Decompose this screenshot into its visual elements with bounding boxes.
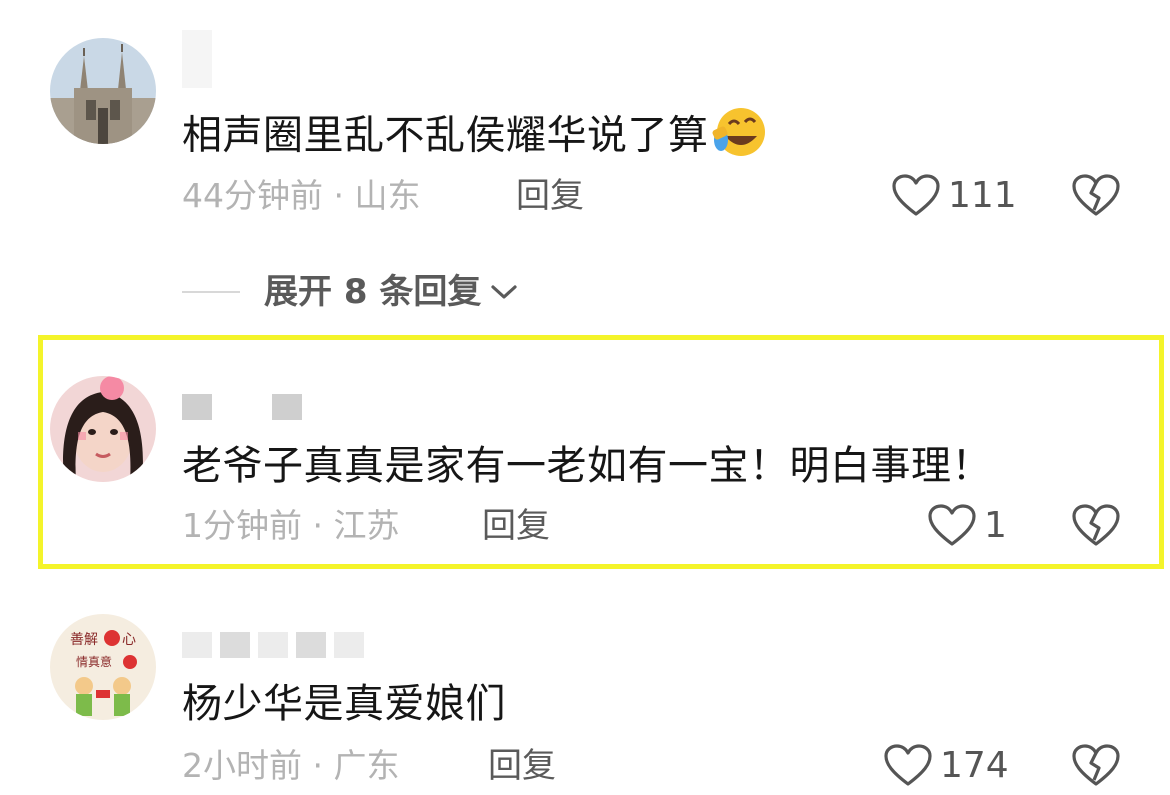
reply-button[interactable]: 回复 <box>482 506 550 546</box>
comment-text: 老爷子真真是家有一老如有一宝！明白事理！ <box>182 443 992 489</box>
username-redacted[interactable] <box>182 394 302 420</box>
broken-heart-icon <box>1072 174 1120 216</box>
like-button[interactable]: 174 <box>884 744 1009 788</box>
like-button[interactable]: 111 <box>892 174 1017 218</box>
dislike-button[interactable] <box>1072 744 1120 792</box>
like-count: 111 <box>948 175 1017 216</box>
comment-item: 相声圈里乱不乱侯耀华说了算 44分钟前 · 山东 回复 111 <box>0 0 1170 260</box>
heart-outline-icon <box>892 174 940 216</box>
heart-outline-icon <box>928 504 976 546</box>
avatar[interactable]: 善解 心 情真意 <box>50 614 156 720</box>
expand-replies-label: 展开 8 条回复 <box>264 272 482 312</box>
chevron-down-icon <box>491 285 517 299</box>
comment-text: 相声圈里乱不乱侯耀华说了算 <box>182 106 767 169</box>
broken-heart-icon <box>1072 744 1120 786</box>
like-count: 1 <box>984 505 1007 546</box>
avatar[interactable] <box>50 376 156 482</box>
like-button[interactable]: 1 <box>928 504 1007 548</box>
comment-meta: 2小时前 · 广东 <box>182 746 400 785</box>
username-redacted[interactable] <box>182 632 364 658</box>
cartoon-avatar-image: 善解 心 情真意 <box>50 614 156 720</box>
comment-meta: 1分钟前 · 江苏 <box>182 506 400 545</box>
broken-heart-icon <box>1072 504 1120 546</box>
divider <box>182 291 240 293</box>
church-avatar-image <box>50 38 156 144</box>
username-redacted[interactable] <box>182 30 212 88</box>
comment-text: 杨少华是真爱娘们 <box>182 681 506 727</box>
reply-button[interactable]: 回复 <box>516 176 584 216</box>
comment-body: 相声圈里乱不乱侯耀华说了算 <box>182 112 709 159</box>
heart-outline-icon <box>884 744 932 786</box>
reply-button[interactable]: 回复 <box>488 746 556 786</box>
laughing-crying-emoji-icon <box>711 106 767 169</box>
svg-text:心: 心 <box>122 632 136 648</box>
girl-avatar-image <box>50 376 156 482</box>
comment-meta: 44分钟前 · 山东 <box>182 176 421 215</box>
dislike-button[interactable] <box>1072 504 1120 552</box>
svg-text:善解: 善解 <box>70 632 98 648</box>
svg-text:情真意: 情真意 <box>76 654 112 669</box>
like-count: 174 <box>940 745 1009 786</box>
dislike-button[interactable] <box>1072 174 1120 222</box>
avatar[interactable] <box>50 38 156 144</box>
expand-replies-button[interactable]: 展开 8 条回复 <box>182 272 519 312</box>
